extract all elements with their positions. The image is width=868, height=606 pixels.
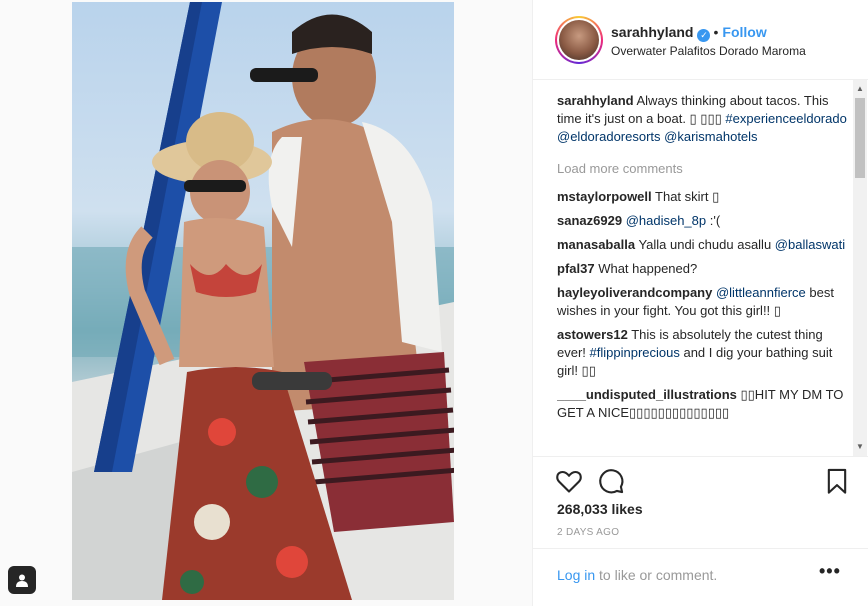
comment-item: ____undisputed_illustrations ▯▯HIT MY DM… [557, 386, 847, 422]
likes-count[interactable]: 268,033 likes [557, 501, 643, 517]
scroll-thumb[interactable] [855, 98, 865, 178]
scroll-up-arrow-icon[interactable]: ▲ [853, 82, 867, 96]
scroll-down-arrow-icon[interactable]: ▼ [853, 440, 867, 454]
username-link[interactable]: sarahhyland [611, 24, 693, 40]
login-prompt-text: to like or comment. [595, 567, 718, 583]
comment-username[interactable]: pfal37 [557, 261, 595, 276]
comment-username[interactable]: mstaylorpowell [557, 189, 652, 204]
user-tag-button[interactable] [8, 566, 36, 594]
comment-username[interactable]: ____undisputed_illustrations [557, 387, 737, 402]
user-line: sarahhyland ✓ • Follow [611, 24, 767, 42]
follow-button[interactable]: Follow [722, 24, 766, 40]
photo-illustration [72, 2, 454, 600]
avatar-image [559, 20, 599, 60]
mention-link[interactable]: @karismahotels [664, 129, 757, 144]
mention-link[interactable]: @hadiseh_8p [626, 213, 706, 228]
comment-item: sanaz6929 @hadiseh_8p :'( [557, 212, 847, 230]
comment-text: What happened? [598, 261, 698, 276]
comment-item: pfal37 What happened? [557, 260, 847, 278]
post-date[interactable]: 2 DAYS AGO [557, 527, 619, 538]
post-photo[interactable] [72, 2, 454, 600]
caption: sarahhyland Always thinking about tacos.… [557, 92, 847, 146]
comment-bubble-icon [599, 469, 624, 494]
separator-dot: • [713, 24, 719, 40]
mention-link[interactable]: @eldoradoresorts [557, 129, 661, 144]
hashtag-link[interactable]: #experienceeldorado [725, 111, 846, 126]
comment-item: mstaylorpowell That skirt ▯ [557, 188, 847, 206]
comment-button[interactable] [597, 467, 625, 495]
like-button[interactable] [555, 467, 583, 495]
user-tag-icon [16, 574, 28, 587]
comment-text: Yalla undi chudu asallu [638, 237, 775, 252]
load-more-comments-button[interactable]: Load more comments [557, 160, 847, 178]
comments-list[interactable]: sarahhyland Always thinking about tacos.… [557, 92, 847, 456]
post-panel: sarahhyland ✓ • Follow Overwater Palafitos … [532, 0, 868, 606]
post-header: sarahhyland ✓ • Follow Overwater Palafitos … [533, 0, 868, 80]
login-prompt: Log in to like or comment. [557, 567, 717, 583]
comment-item: manasaballa Yalla undi chudu asallu @bal… [557, 236, 847, 254]
location-link[interactable]: Overwater Palafitos Dorado Maroma [611, 44, 806, 58]
comments-scrollbar[interactable]: ▲ ▼ [853, 80, 867, 456]
mention-link[interactable]: @ballaswati [775, 237, 845, 252]
mention-link[interactable]: @littleannfierce [716, 285, 806, 300]
verified-badge-icon: ✓ [697, 29, 711, 42]
comment-username[interactable]: astowers12 [557, 327, 628, 342]
caption-username[interactable]: sarahhyland [557, 93, 634, 108]
comment-footer: Log in to like or comment. ••• [533, 548, 868, 606]
comment-text: :'( [706, 213, 721, 228]
more-options-icon[interactable]: ••• [819, 561, 841, 582]
login-link[interactable]: Log in [557, 567, 595, 583]
comment-item: astowers12 This is absolutely the cutest… [557, 326, 847, 380]
save-button[interactable] [823, 467, 851, 495]
comment-text: That skirt ▯ [655, 189, 720, 204]
photo-area [0, 0, 532, 606]
hashtag-link[interactable]: #flippinprecious [590, 345, 680, 360]
comment-item: hayleyoliverandcompany @littleannfierce … [557, 284, 847, 320]
comment-username[interactable]: manasaballa [557, 237, 635, 252]
comment-username[interactable]: hayleyoliverandcompany [557, 285, 712, 300]
comment-username[interactable]: sanaz6929 [557, 213, 622, 228]
bookmark-icon [827, 468, 847, 494]
avatar[interactable] [555, 16, 603, 64]
post-actions: 268,033 likes 2 DAYS AGO [533, 456, 868, 548]
heart-icon [556, 470, 582, 493]
